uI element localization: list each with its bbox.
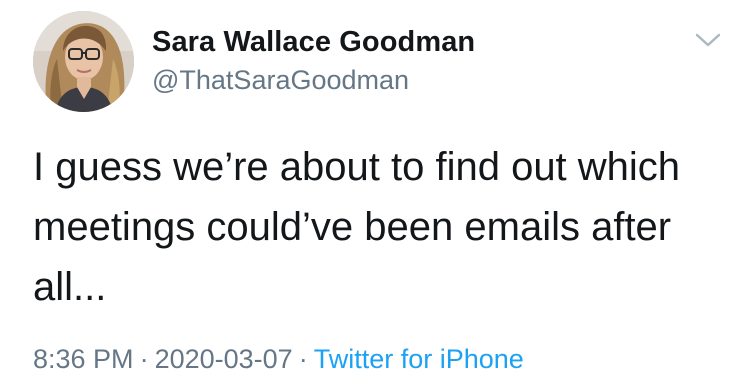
tweet-time[interactable]: 8:36 PM [33, 344, 134, 374]
tweet-source-link[interactable]: Twitter for iPhone [314, 344, 524, 374]
chevron-down-icon [695, 33, 721, 47]
tweet-card: Sara Wallace Goodman @ThatSaraGoodman I … [0, 0, 750, 389]
avatar[interactable] [33, 11, 134, 112]
more-options-button[interactable] [692, 28, 724, 52]
author-name[interactable]: Sara Wallace Goodman [152, 26, 475, 59]
tweet-text: I guess we’re about to find out which me… [33, 145, 681, 309]
avatar-photo [33, 11, 134, 112]
meta-separator: · [298, 344, 308, 374]
meta-separator: · [139, 344, 149, 374]
tweet-meta: 8:36 PM · 2020-03-07 · Twitter for iPhone [33, 344, 524, 375]
author-handle[interactable]: @ThatSaraGoodman [152, 65, 409, 96]
tweet-date[interactable]: 2020-03-07 [155, 344, 293, 374]
